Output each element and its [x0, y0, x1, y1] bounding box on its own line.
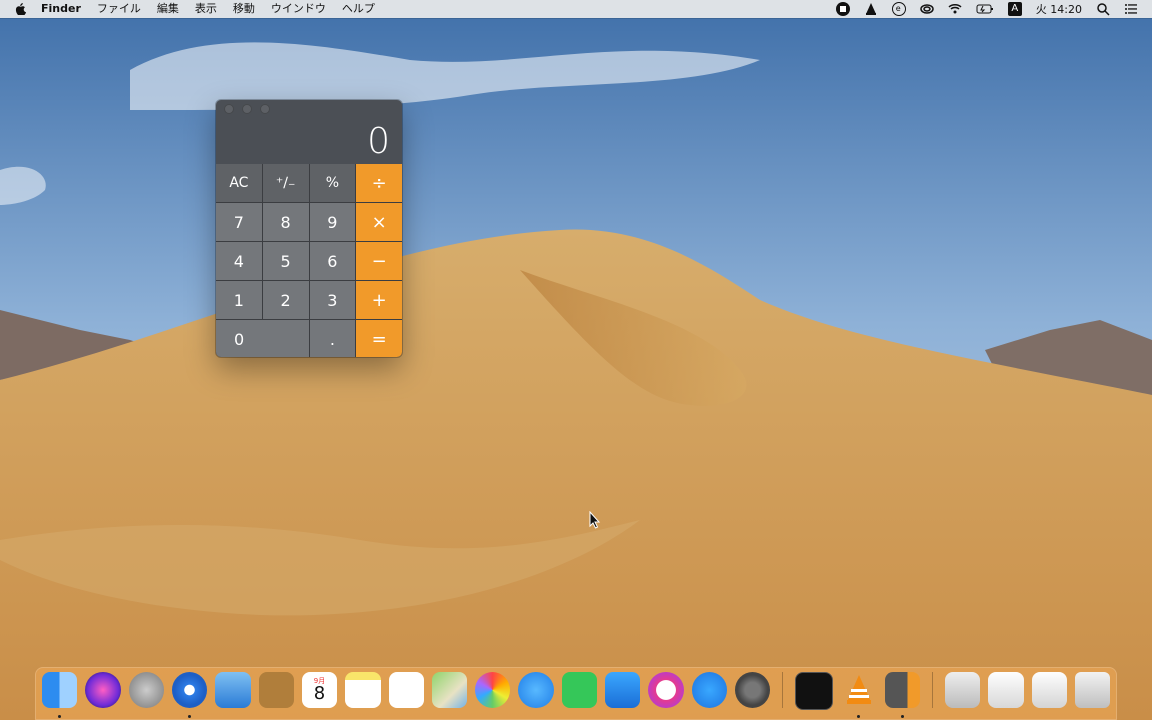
- running-indicator: [58, 715, 61, 718]
- app-store-icon[interactable]: [691, 672, 727, 708]
- stop-icon[interactable]: [835, 2, 850, 16]
- key-2[interactable]: 2: [262, 281, 309, 319]
- key-dot[interactable]: .: [309, 320, 356, 357]
- key-5[interactable]: 5: [262, 242, 309, 280]
- itunes-icon[interactable]: [648, 672, 684, 708]
- facetime-icon[interactable]: [561, 672, 598, 708]
- notes-icon[interactable]: [345, 672, 381, 708]
- key-percent[interactable]: %: [309, 164, 356, 202]
- calendar-icon[interactable]: 9月 8: [301, 672, 338, 708]
- reminders-icon[interactable]: [388, 672, 424, 708]
- menu-finder[interactable]: Finder: [33, 0, 89, 18]
- key-0[interactable]: 0: [216, 320, 309, 357]
- key-ac[interactable]: AC: [216, 164, 262, 202]
- key-3[interactable]: 3: [309, 281, 356, 319]
- clock[interactable]: 火 14:20: [1036, 1, 1082, 17]
- stack-documents-icon[interactable]: [944, 672, 981, 708]
- calculator-keypad: AC ⁺∕₋ % ÷ 7 8 9 × 4 5 6 − 1 2 3 + 0 . =: [216, 164, 402, 357]
- launchpad-icon[interactable]: [128, 672, 164, 708]
- running-indicator: [856, 715, 860, 718]
- calculator-display: 0: [367, 120, 390, 162]
- messages-icon[interactable]: [518, 672, 554, 708]
- siri-icon[interactable]: [85, 672, 121, 708]
- calculator-window: 0 AC ⁺∕₋ % ÷ 7 8 9 × 4 5 6 − 1 2 3 + 0 .…: [216, 100, 402, 357]
- trash-icon[interactable]: [1074, 672, 1111, 708]
- key-multiply[interactable]: ×: [356, 203, 402, 241]
- keynote-icon[interactable]: [605, 672, 641, 708]
- notification-center-icon[interactable]: [1124, 2, 1138, 16]
- minimize-button[interactable]: [242, 104, 252, 114]
- stack-downloads-icon[interactable]: [1031, 672, 1067, 708]
- running-indicator: [187, 715, 191, 718]
- contacts-icon[interactable]: [258, 672, 294, 708]
- key-8[interactable]: 8: [262, 203, 309, 241]
- menu-window[interactable]: ウインドウ: [263, 0, 334, 18]
- spotlight-icon[interactable]: [1096, 2, 1110, 16]
- zoom-button[interactable]: [260, 104, 270, 114]
- apple-menu-icon[interactable]: [14, 3, 26, 15]
- key-sign[interactable]: ⁺∕₋: [262, 164, 309, 202]
- menu-go[interactable]: 移動: [225, 0, 263, 18]
- key-4[interactable]: 4: [216, 242, 262, 280]
- menu-help[interactable]: ヘルプ: [334, 0, 383, 18]
- vlc-icon[interactable]: [841, 672, 877, 718]
- vlc-menubar-icon[interactable]: [864, 2, 878, 16]
- battery-icon[interactable]: [976, 2, 994, 16]
- key-9[interactable]: 9: [309, 203, 356, 241]
- calculator-icon[interactable]: [884, 672, 920, 718]
- calendar-day: 8: [313, 683, 326, 704]
- mouse-cursor-icon: [589, 511, 601, 529]
- maps-icon[interactable]: [431, 672, 468, 708]
- dock-separator: [782, 672, 784, 708]
- activity-monitor-icon[interactable]: [795, 672, 833, 710]
- dock-separator: [931, 672, 933, 708]
- airport-icon[interactable]: [920, 2, 934, 16]
- input-mode-icon[interactable]: A: [1007, 2, 1022, 16]
- calculator-titlebar[interactable]: [216, 100, 402, 118]
- key-equals[interactable]: =: [356, 320, 402, 357]
- close-button[interactable]: [224, 104, 234, 114]
- key-minus[interactable]: −: [356, 242, 402, 280]
- evernote-menubar-icon[interactable]: e: [891, 2, 906, 16]
- safari-icon[interactable]: [171, 672, 208, 718]
- menu-file[interactable]: ファイル: [89, 0, 149, 18]
- system-preferences-icon[interactable]: [735, 672, 771, 708]
- key-plus[interactable]: +: [356, 281, 402, 319]
- desktop-wallpaper: [0, 0, 1152, 720]
- key-6[interactable]: 6: [309, 242, 356, 280]
- photos-icon[interactable]: [475, 672, 511, 708]
- menu-view[interactable]: 表示: [187, 0, 225, 18]
- stack-screenshots-icon[interactable]: [988, 672, 1024, 708]
- menu-bar: Finder ファイル 編集 表示 移動 ウインドウ ヘルプ e A 火 14:…: [0, 0, 1152, 18]
- finder-icon[interactable]: [42, 672, 78, 718]
- dock: 9月 8: [35, 667, 1117, 720]
- mail-icon[interactable]: [215, 672, 251, 708]
- key-7[interactable]: 7: [216, 203, 262, 241]
- key-1[interactable]: 1: [216, 281, 262, 319]
- wifi-icon[interactable]: [948, 2, 962, 16]
- key-divide[interactable]: ÷: [356, 164, 402, 202]
- running-indicator: [900, 715, 904, 718]
- menu-edit[interactable]: 編集: [149, 0, 187, 18]
